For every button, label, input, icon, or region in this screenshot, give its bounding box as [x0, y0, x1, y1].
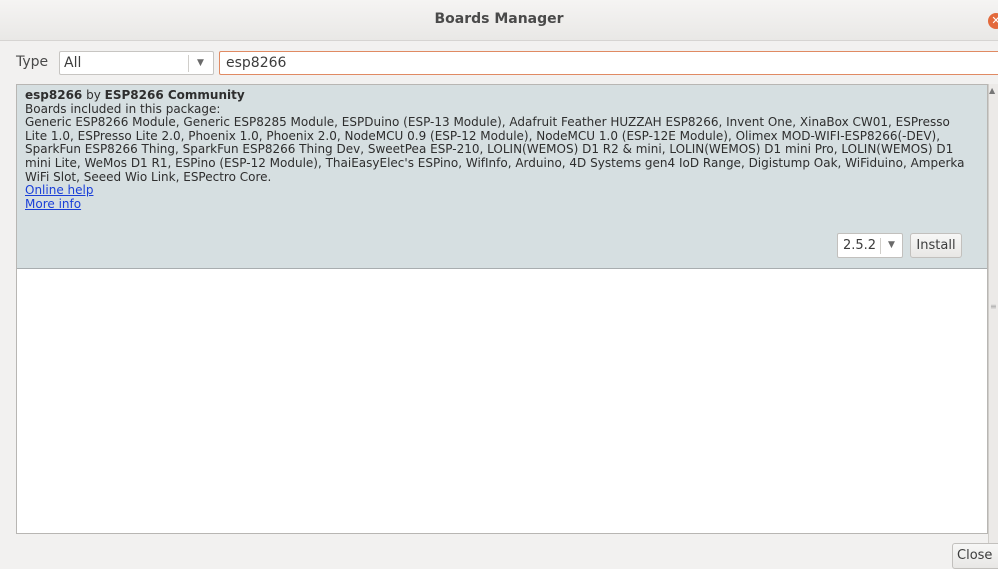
online-help-link[interactable]: Online help — [25, 184, 93, 198]
window-title: Boards Manager — [434, 11, 564, 27]
chevron-down-icon: ▼ — [888, 240, 895, 250]
type-selected-value: All — [64, 55, 82, 71]
version-selected-value: 2.5.2 — [843, 238, 877, 253]
boards-included-list: Generic ESP8266 Module, Generic ESP8285 … — [25, 115, 965, 184]
board-author: ESP8266 Community — [104, 88, 245, 102]
search-input[interactable] — [219, 51, 998, 75]
window-close-icon[interactable]: ✕ — [988, 13, 998, 29]
type-dropdown[interactable]: All ▼ — [59, 51, 214, 75]
board-by-label: by — [86, 88, 101, 102]
scroll-up-arrow-icon[interactable]: ▲ — [989, 86, 995, 95]
install-button[interactable]: Install — [910, 233, 962, 258]
dropdown-divider — [188, 55, 189, 72]
vertical-scrollbar[interactable]: ▲ ≡ ▼ — [988, 84, 998, 554]
title-bar: Boards Manager ✕ — [0, 0, 998, 41]
filter-row: Type All ▼ — [0, 50, 998, 76]
type-label: Type — [16, 54, 49, 70]
boards-included-label: Boards included in this package: — [25, 101, 221, 116]
board-list-item[interactable]: esp8266 by ESP8266 Community Boards incl… — [17, 85, 987, 269]
version-dropdown[interactable]: 2.5.2 ▼ — [837, 233, 903, 258]
scroll-grip-icon[interactable]: ≡ — [990, 302, 997, 311]
more-info-link[interactable]: More info — [25, 197, 81, 212]
board-header: esp8266 by ESP8266 Community — [25, 88, 975, 103]
board-name: esp8266 — [25, 88, 83, 102]
boards-list[interactable]: esp8266 by ESP8266 Community Boards incl… — [16, 84, 988, 534]
dropdown-divider — [880, 238, 881, 254]
close-button[interactable]: Close — [952, 543, 998, 569]
board-description: esp8266 by ESP8266 Community Boards incl… — [25, 88, 975, 212]
chevron-down-icon: ▼ — [197, 58, 204, 68]
